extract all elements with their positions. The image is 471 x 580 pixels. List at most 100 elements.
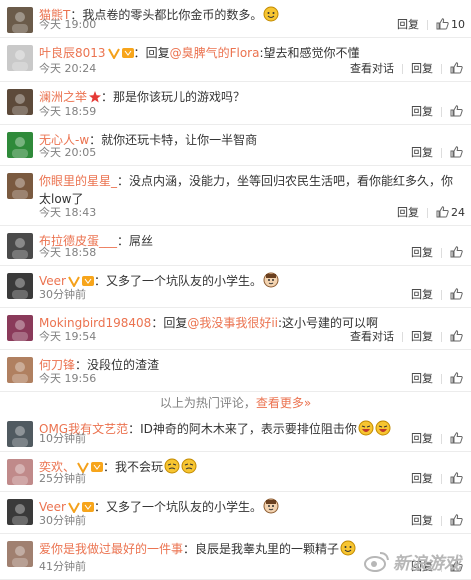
comment-meta: 25分钟前 回复 <box>39 471 465 487</box>
username-link[interactable]: 爱你是我做过最好的一件事 <box>39 542 183 556</box>
username-link[interactable]: Mokingbird198408 <box>39 316 151 330</box>
reply-button[interactable]: 回复 <box>411 431 433 447</box>
view-conversation-link[interactable]: 查看对话 <box>350 61 394 77</box>
username-link[interactable]: Veer <box>39 274 66 288</box>
comment-item: 猫熊T：我点卷的零头都比你金币的数多。 今天 19:00 回复 10 <box>0 0 471 38</box>
name-separator: ： <box>93 500 106 514</box>
avatar[interactable] <box>7 459 33 485</box>
avatar[interactable] <box>7 273 33 299</box>
comment-meta: 今天 18:59 回复 <box>39 104 465 120</box>
comment-time: 今天 19:56 <box>39 372 97 385</box>
comment-actions: 回复 <box>411 431 465 447</box>
view-more-link[interactable]: 查看更多» <box>256 396 311 410</box>
comment-meta: 10分钟前 回复 <box>39 431 465 447</box>
username-link[interactable]: 你眼里的星星_ <box>39 174 117 188</box>
comment-meta: 今天 18:58 回复 <box>39 245 465 261</box>
comment-actions: 回复 <box>411 471 465 487</box>
reply-button[interactable]: 回复 <box>411 287 433 303</box>
action-divider <box>441 374 442 384</box>
comment-time: 今天 18:59 <box>39 105 97 118</box>
comment-meta: 今天 20:24 查看对话 回复 <box>39 61 465 77</box>
avatar[interactable] <box>7 541 33 567</box>
username-link[interactable]: Veer <box>39 500 66 514</box>
avatar[interactable] <box>7 499 33 525</box>
emoji-icon <box>340 540 356 556</box>
comment-body: 那是你该玩儿的游戏吗？ <box>113 90 246 104</box>
like-button[interactable] <box>450 513 465 529</box>
like-button[interactable] <box>450 287 465 303</box>
avatar[interactable] <box>7 233 33 259</box>
mention-link[interactable]: @臭脾气的Flora <box>170 46 260 60</box>
comment-time: 今天 18:58 <box>39 246 97 259</box>
reply-button[interactable]: 回复 <box>411 145 433 161</box>
reply-button[interactable]: 回复 <box>411 61 433 77</box>
action-divider <box>441 474 442 484</box>
comment-time: 今天 19:54 <box>39 330 97 343</box>
like-button[interactable] <box>450 471 465 487</box>
sina-games-watermark: 新浪游戏 <box>364 549 461 574</box>
avatar[interactable] <box>7 357 33 383</box>
comment-body: 没段位的渣渣 <box>87 358 160 372</box>
avatar[interactable] <box>7 45 33 71</box>
thumbs-up-icon <box>450 62 463 74</box>
comment-item: Veer ：又多了一个坑队友的小学生。 30分钟前 回复 <box>0 266 471 308</box>
thumbs-up-icon <box>450 372 463 384</box>
comment-meta: 30分钟前 回复 <box>39 287 465 303</box>
comment-item: OMG我有文艺范：ID神奇的阿木木来了，表示要排位阻击你 10分钟前 回复 <box>0 414 471 452</box>
like-button[interactable] <box>450 371 465 387</box>
reply-button[interactable]: 回复 <box>411 104 433 120</box>
comment-meta: 30分钟前 回复 <box>39 513 465 529</box>
reply-button[interactable]: 回复 <box>411 329 433 345</box>
comment-time: 30分钟前 <box>39 514 86 527</box>
like-count: 10 <box>451 18 465 31</box>
comment-time: 今天 20:05 <box>39 146 97 159</box>
vip-icon <box>81 275 94 287</box>
action-divider <box>441 516 442 526</box>
like-button[interactable] <box>450 431 465 447</box>
like-button[interactable]: 10 <box>436 17 465 33</box>
username-link[interactable]: 澜洲之举 <box>39 90 87 104</box>
comment-body: 又多了一个坑队友的小学生。 <box>106 274 263 288</box>
comment-item: Mokingbird198408：回复@我没事我很好ii:这小号建的可以啊 今天 … <box>0 308 471 350</box>
comment-actions: 回复 <box>411 513 465 529</box>
comment-actions: 回复 <box>411 371 465 387</box>
like-button[interactable] <box>450 145 465 161</box>
username-link[interactable]: 何刀锋 <box>39 358 75 372</box>
avatar[interactable] <box>7 421 33 447</box>
mention-link[interactable]: @我没事我很好ii <box>187 316 278 330</box>
avatar[interactable] <box>7 89 33 115</box>
like-button[interactable]: 24 <box>436 205 465 221</box>
like-button[interactable] <box>450 61 465 77</box>
reply-button[interactable]: 回复 <box>411 371 433 387</box>
like-button[interactable] <box>450 329 465 345</box>
action-divider <box>441 290 442 300</box>
comment-list: 猫熊T：我点卷的零头都比你金币的数多。 今天 19:00 回复 10 叶良辰8013 ：回… <box>0 0 471 580</box>
username-link[interactable]: 叶良辰8013 <box>39 46 106 60</box>
verified-badge-icon <box>68 275 80 287</box>
avatar[interactable] <box>7 173 33 199</box>
like-button[interactable] <box>450 245 465 261</box>
reply-button[interactable]: 回复 <box>397 17 419 33</box>
action-divider <box>441 107 442 117</box>
view-conversation-link[interactable]: 查看对话 <box>350 329 394 345</box>
action-divider <box>427 20 428 30</box>
avatar[interactable] <box>7 132 33 158</box>
like-count: 24 <box>451 206 465 219</box>
avatar[interactable] <box>7 7 33 33</box>
comment-time: 25分钟前 <box>39 472 86 485</box>
reply-button[interactable]: 回复 <box>411 245 433 261</box>
reply-button[interactable]: 回复 <box>397 205 419 221</box>
reply-button[interactable]: 回复 <box>411 513 433 529</box>
avatar[interactable] <box>7 315 33 341</box>
thumbs-up-icon <box>450 432 463 444</box>
comment-actions: 回复 10 <box>397 17 465 33</box>
like-button[interactable] <box>450 104 465 120</box>
action-divider <box>402 64 403 74</box>
name-separator: ： <box>183 542 196 556</box>
comment-item: 叶良辰8013 ：回复@臭脾气的Flora:望去和感觉你不懂 今天 20:24 查看对… <box>0 38 471 82</box>
reply-button[interactable]: 回复 <box>411 471 433 487</box>
comment-item: 奕欢、 ：我不会玩 25分钟前 回复 <box>0 452 471 492</box>
action-divider <box>441 248 442 258</box>
vip-icon <box>81 501 94 513</box>
comment-meta: 今天 19:00 回复 10 <box>39 17 465 33</box>
